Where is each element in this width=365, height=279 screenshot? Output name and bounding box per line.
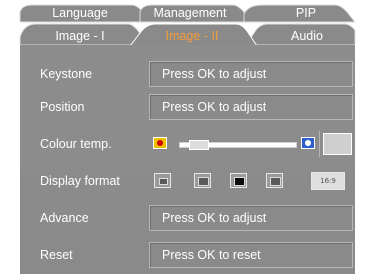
tab-language[interactable]: Language xyxy=(19,4,151,23)
tab-management[interactable]: Management xyxy=(139,4,254,23)
advance-field[interactable]: Press OK to adjust xyxy=(149,205,353,231)
position-field[interactable]: Press OK to adjust xyxy=(149,94,353,120)
tab-audio-label: Audio xyxy=(291,29,323,43)
cool-temperature-icon xyxy=(301,137,315,149)
colour-swatch xyxy=(323,133,352,155)
tab-language-label: Language xyxy=(52,6,108,20)
tab-image-ii-label: Image - II xyxy=(166,29,219,43)
position-label: Position xyxy=(40,100,85,114)
divider xyxy=(319,131,320,157)
tab-management-label: Management xyxy=(154,6,227,20)
colour-temp-label: Colour temp. xyxy=(40,137,112,151)
format-4-3-icon[interactable] xyxy=(194,173,211,188)
format-16-9-button[interactable]: 16:9 xyxy=(311,172,345,190)
display-format-control[interactable]: 16:9 xyxy=(149,168,353,194)
keystone-field[interactable]: Press OK to adjust xyxy=(149,61,353,87)
advance-label: Advance xyxy=(40,211,89,225)
format-window-icon[interactable] xyxy=(230,173,247,188)
menu-row-colour-temp[interactable]: Colour temp. xyxy=(20,129,355,159)
reset-label: Reset xyxy=(40,248,73,262)
menu-row-position[interactable]: Position Press OK to adjust xyxy=(20,92,355,122)
menu-row-keystone[interactable]: Keystone Press OK to adjust xyxy=(20,59,355,89)
warm-temperature-icon xyxy=(153,137,167,149)
tab-bar: Language Management PIP Image - I Audio … xyxy=(19,4,357,46)
format-4-3-normal-icon[interactable] xyxy=(154,173,171,188)
keystone-label: Keystone xyxy=(40,67,93,81)
tab-pip[interactable]: PIP xyxy=(243,4,357,23)
tab-image-i[interactable]: Image - I xyxy=(19,23,149,46)
colour-temp-slider-handle[interactable] xyxy=(188,140,209,150)
colour-temp-control[interactable] xyxy=(149,131,353,157)
format-native-icon[interactable] xyxy=(266,173,283,188)
tab-image-ii[interactable]: Image - II xyxy=(129,23,258,46)
tab-audio[interactable]: Audio xyxy=(245,23,356,46)
menu-row-reset[interactable]: Reset Press OK to reset xyxy=(20,240,355,270)
settings-panel: Keystone Press OK to adjust Position Pre… xyxy=(20,45,355,274)
tab-image-i-label: Image - I xyxy=(55,29,104,43)
menu-row-advance[interactable]: Advance Press OK to adjust xyxy=(20,203,355,233)
menu-row-display-format[interactable]: Display format 16:9 xyxy=(20,166,355,196)
tab-pip-label: PIP xyxy=(296,6,316,20)
display-format-label: Display format xyxy=(40,174,120,188)
reset-field[interactable]: Press OK to reset xyxy=(149,242,353,268)
